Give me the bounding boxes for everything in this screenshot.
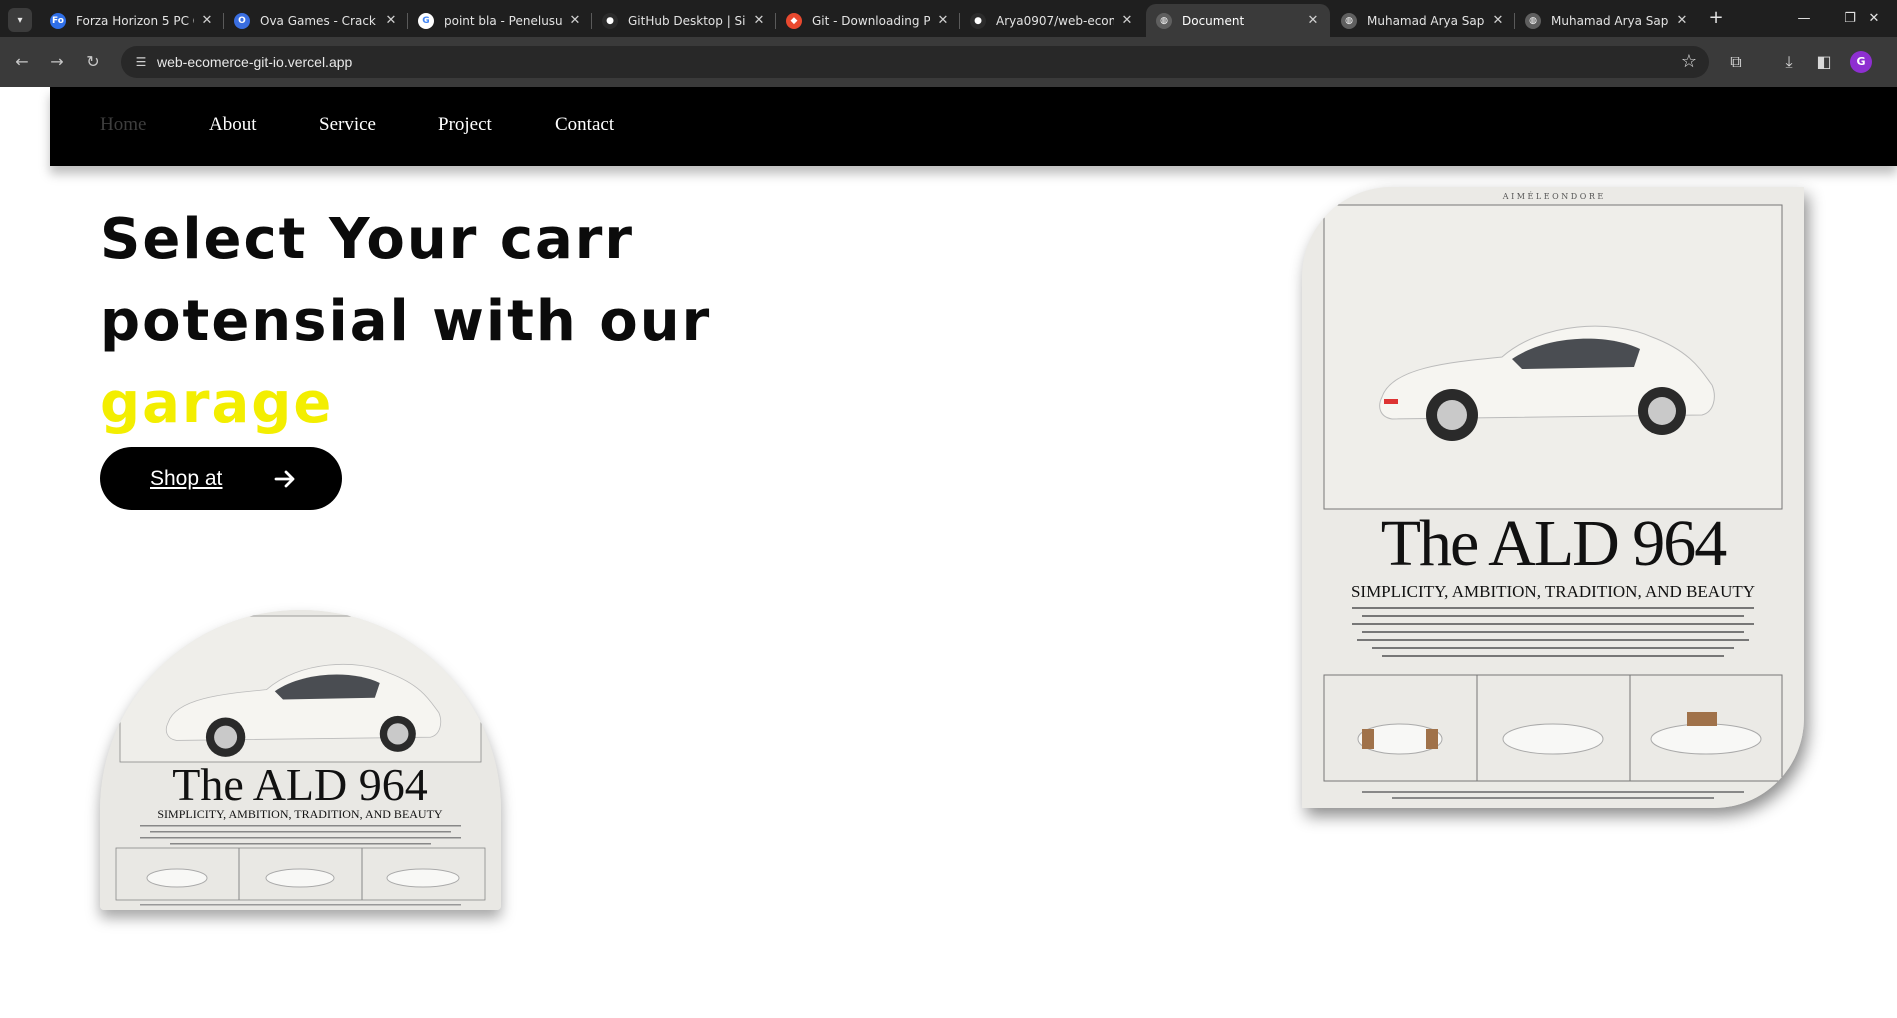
close-tab-icon[interactable]: ✕ <box>752 13 766 28</box>
car-poster-small: The ALD 964 SIMPLICITY, AMBITION, TRADIT… <box>100 610 501 910</box>
google-logo-icon: G <box>418 12 434 29</box>
ovagames-logo-icon: O <box>234 12 250 29</box>
site-navbar: Home About Service Project Contact <box>50 87 1897 166</box>
globe-icon: ◍ <box>1156 12 1172 29</box>
tab-title: Muhamad Arya Sapu <box>1367 13 1485 28</box>
minimize-button[interactable]: — <box>1781 0 1827 37</box>
tab-title: Arya0907/web-ecom <box>996 13 1114 28</box>
poster-subtitle-text: SIMPLICITY, AMBITION, TRADITION, AND BEA… <box>1351 582 1755 601</box>
hero-line-2: potensial with our <box>100 289 712 354</box>
globe-icon: ◍ <box>1341 12 1357 29</box>
forza-logo-icon: Fo <box>50 12 66 29</box>
profile-avatar[interactable]: G <box>1850 51 1872 73</box>
poster-header-text: A I M É L E O N D O R E <box>1502 192 1604 201</box>
browser-tab[interactable]: ◍ Muhamad Arya Sapu ✕ <box>1515 4 1699 37</box>
github-logo-icon: ● <box>970 12 986 29</box>
address-url[interactable]: web-ecomerce-git-io.vercel.app <box>157 46 352 78</box>
arrow-right-icon <box>274 470 295 488</box>
close-tab-icon[interactable]: ✕ <box>1491 13 1505 28</box>
close-tab-icon[interactable]: ✕ <box>1306 13 1320 28</box>
nav-home-link[interactable]: Home <box>100 114 146 136</box>
globe-icon: ◍ <box>1525 12 1541 29</box>
side-panel-icon[interactable]: ◧ <box>1811 49 1837 75</box>
bookmark-star-icon[interactable]: ☆ <box>1681 50 1697 74</box>
shop-at-button[interactable]: Shop at <box>100 447 342 510</box>
back-icon[interactable]: ← <box>9 49 35 75</box>
shop-at-label: Shop at <box>150 466 223 490</box>
github-logo-icon: ● <box>602 12 618 29</box>
close-tab-icon[interactable]: ✕ <box>1675 13 1689 28</box>
porsche-poster-image: A I M É L E O N D O R E The ALD 964 SIMP… <box>1302 187 1804 808</box>
close-tab-icon[interactable]: ✕ <box>568 13 582 28</box>
tab-title: Muhamad Arya Sapu <box>1551 13 1669 28</box>
tab-title: Forza Horizon 5 PC G <box>76 13 194 28</box>
browser-tab[interactable]: ● GitHub Desktop | Sim ✕ <box>592 4 776 37</box>
close-tab-icon[interactable]: ✕ <box>384 13 398 28</box>
browser-tab[interactable]: O Ova Games - Crack - ✕ <box>224 4 408 37</box>
page-viewport: Home About Service Project Contact Selec… <box>0 87 1897 1018</box>
forward-icon[interactable]: → <box>44 49 70 75</box>
browser-tab[interactable]: ◍ Muhamad Arya Sapu ✕ <box>1331 4 1515 37</box>
tab-title: Ova Games - Crack - <box>260 13 378 28</box>
site-info-icon[interactable]: ☰ <box>131 52 151 72</box>
close-tab-icon[interactable]: ✕ <box>936 13 950 28</box>
hero-heading: Select Your carr potensial with our gara… <box>100 199 720 445</box>
nav-contact-link[interactable]: Contact <box>555 114 614 136</box>
browser-tab[interactable]: ● Arya0907/web-ecom ✕ <box>960 4 1144 37</box>
car-poster-large: A I M É L E O N D O R E The ALD 964 SIMP… <box>1302 187 1804 808</box>
tab-title: Document <box>1182 13 1245 28</box>
nav-service-link[interactable]: Service <box>319 114 376 136</box>
browser-tab[interactable]: ◆ Git - Downloading Pa ✕ <box>776 4 960 37</box>
hero-highlight: garage <box>100 371 334 436</box>
reload-icon[interactable]: ↻ <box>80 49 106 75</box>
git-logo-icon: ◆ <box>786 12 802 29</box>
tab-title: point bla - Penelusur <box>444 13 562 28</box>
browser-tab[interactable]: Fo Forza Horizon 5 PC G ✕ <box>40 4 224 37</box>
new-tab-button[interactable]: + <box>1705 8 1727 30</box>
browser-toolbar: ← → ↻ ☰ web-ecomerce-git-io.vercel.app ☆… <box>0 37 1897 87</box>
porsche-poster-thumbnail: The ALD 964 SIMPLICITY, AMBITION, TRADIT… <box>100 610 501 910</box>
close-window-button[interactable]: ✕ <box>1851 0 1897 37</box>
browser-tab-strip: ▾ Fo Forza Horizon 5 PC G ✕ O Ova Games - Cr… <box>0 0 1897 37</box>
address-bar[interactable]: ☰ web-ecomerce-git-io.vercel.app ☆ <box>121 46 1709 78</box>
extensions-icon[interactable]: ⧉ <box>1723 49 1749 75</box>
nav-about-link[interactable]: About <box>209 114 257 136</box>
poster-small-subtitle-text: SIMPLICITY, AMBITION, TRADITION, AND BEA… <box>157 807 443 821</box>
nav-project-link[interactable]: Project <box>438 114 492 136</box>
hero-line-1: Select Your carr <box>100 207 635 272</box>
poster-title-text: The ALD 964 <box>1381 507 1727 580</box>
tab-title: Git - Downloading Pa <box>812 13 930 28</box>
browser-tab[interactable]: ◍ Document ✕ <box>1146 4 1330 37</box>
close-tab-icon[interactable]: ✕ <box>1120 13 1134 28</box>
close-tab-icon[interactable]: ✕ <box>200 13 214 28</box>
browser-tab[interactable]: Gpoint bla - Penelusur ✕ <box>408 4 592 37</box>
tab-search-button[interactable]: ▾ <box>8 8 32 32</box>
tab-title: GitHub Desktop | Sim <box>628 13 746 28</box>
downloads-icon[interactable]: ⤓ <box>1776 49 1802 75</box>
poster-small-title-text: The ALD 964 <box>172 759 428 810</box>
